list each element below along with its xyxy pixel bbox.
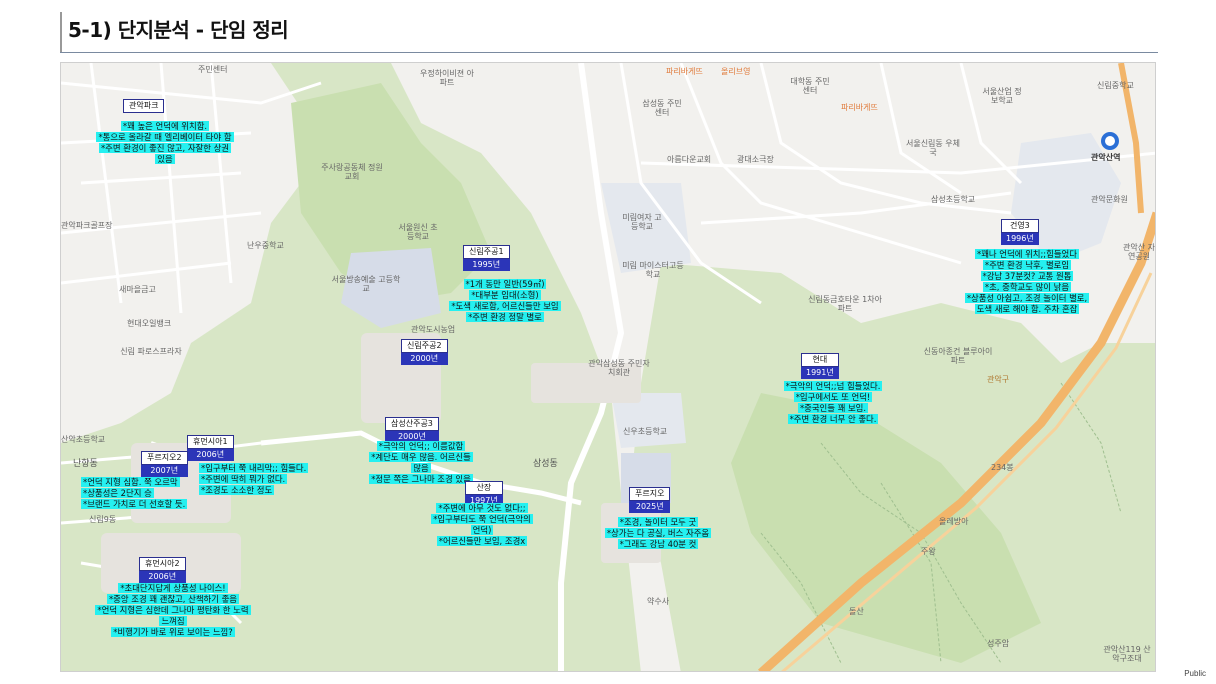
poi-label: 올레방아 bbox=[939, 517, 969, 526]
poi-label: 신림중학교 bbox=[1097, 81, 1134, 90]
poi-label: 관악산 자연공원 bbox=[1123, 243, 1155, 262]
poi-label: 서울신림동 우체국 bbox=[905, 139, 961, 158]
complex-name: 신림주공2 bbox=[401, 339, 448, 353]
poi-label: 서울방송예술 고등학교 bbox=[331, 275, 401, 294]
poi-label: 대학동 주민센터 bbox=[790, 77, 830, 96]
complex-marker-삼성산주공3[interactable]: 삼성산주공3 2000년 bbox=[385, 417, 439, 443]
complex-name: 푸르지오2 bbox=[141, 451, 188, 465]
complex-name: 관악파크 bbox=[123, 99, 165, 113]
complex-notes: *입구부터 쭉 내리막;; 힘들다. *주변에 딱히 뭐가 없다. *조경도 소소한… bbox=[199, 463, 309, 495]
complex-year: 1996년 bbox=[1001, 233, 1039, 245]
complex-marker-휴먼시아1[interactable]: 휴먼시아1 2006년 bbox=[187, 435, 234, 461]
complex-notes: *꽤 높은 언덕에 위치함. *통으로 올라갈 때 엘리베이터 타야 함 *주변 환… bbox=[96, 121, 234, 164]
complex-name: 삼성산주공3 bbox=[385, 417, 439, 431]
poi-label: 관악삼성동 주민자치회관 bbox=[588, 359, 650, 378]
title-underline bbox=[60, 52, 1158, 53]
complex-name: 현대 bbox=[801, 353, 839, 367]
poi-label: 신림동금호타운 1차아파트 bbox=[808, 295, 882, 314]
complex-name: 건영3 bbox=[1001, 219, 1039, 233]
poi-label: 주왕 bbox=[921, 547, 936, 556]
poi-label: 삼성초등학교 bbox=[931, 195, 976, 204]
poi-label: 관악산119 산악구조대 bbox=[1103, 645, 1151, 664]
complex-marker-신림주공2[interactable]: 신림주공2 2000년 bbox=[401, 339, 448, 365]
road-label: 관악구 bbox=[987, 375, 1010, 384]
poi-label: 산악초등학교 bbox=[61, 435, 106, 444]
poi-label: 난우중학교 bbox=[247, 241, 284, 250]
poi-label: 서울산업 정보학교 bbox=[982, 87, 1022, 106]
poi-label: 주사랑공동체 정원교회 bbox=[321, 163, 383, 182]
poi-label: 돌산 bbox=[849, 607, 864, 616]
complex-marker-관악파크[interactable]: 관악파크 bbox=[123, 99, 165, 113]
complex-notes: *언덕 지형 심함. 쭉 오르막 *상품성은 2단지 승 *브랜드 가치로 더 선호… bbox=[81, 477, 188, 509]
poi-label: 234봉 bbox=[991, 463, 1014, 472]
poi-label: 광대소극장 bbox=[737, 155, 774, 164]
poi-label: 관악파크골프장 bbox=[61, 221, 113, 230]
complex-marker-휴먼시아2[interactable]: 휴먼시아2 2006년 bbox=[139, 557, 186, 583]
poi-label: 아름다운교회 bbox=[667, 155, 712, 164]
complex-name: 휴먼시아1 bbox=[187, 435, 234, 449]
complex-year: 2000년 bbox=[401, 353, 448, 365]
complex-notes: *초대단지답게 상품성 나이스! *중앙 조경 꽤 괜찮고, 산책하기 좋음 *언덕… bbox=[95, 583, 251, 637]
poi-label: 관악문화원 bbox=[1091, 195, 1128, 204]
complex-notes: *극악의 언덕;;넘 힘들었다. *입구에서도 또 언덕! *중국인들 꽤 보임. *… bbox=[783, 381, 883, 424]
complex-notes: *극악의 언덕;; 이름값함 *계단도 매우 많음. 어르신들 많음 *정문 쪽은 그… bbox=[369, 441, 473, 484]
poi-label: 약수사 bbox=[647, 597, 670, 606]
poi-label: 주민센터 bbox=[198, 65, 228, 74]
poi-label: 파리바게뜨 bbox=[841, 103, 878, 112]
complex-name: 신림주공1 bbox=[463, 245, 510, 259]
complex-marker-푸르지오2[interactable]: 푸르지오2 2007년 bbox=[141, 451, 188, 477]
complex-marker-현대[interactable]: 현대 1991년 bbox=[801, 353, 839, 379]
complex-notes: *꽤나 언덕에 위치;;힘들었다 *주변 환경 낙후, 별로임 *강남 37분컷? … bbox=[964, 249, 1090, 314]
poi-label: 현대오일뱅크 bbox=[127, 319, 172, 328]
complex-marker-건영3[interactable]: 건영3 1996년 bbox=[1001, 219, 1039, 245]
complex-notes: *조경, 놀이터 모두 굿 *상가는 다 공실, 버스 자주옴 *그래도 강남 40… bbox=[604, 517, 712, 549]
complex-year: 1991년 bbox=[801, 367, 839, 379]
poi-label: 미림여자 고등학교 bbox=[622, 213, 662, 232]
poi-label: 신림 파로스프라자 bbox=[120, 347, 182, 356]
complex-notes: *주변에 아무 것도 없다;; *입구부터도 쭉 언덕(극악의 언덕) *어르신들만 … bbox=[431, 503, 533, 546]
poi-label: 올리브영 bbox=[721, 67, 751, 76]
complex-marker-신림주공1[interactable]: 신림주공1 1995년 bbox=[463, 245, 510, 271]
map-view[interactable]: 주민센터 우정하이비젼 아파트 파리바게뜨 올리브영 대학동 주민센터 파리바게… bbox=[60, 62, 1156, 672]
complex-name: 산장 bbox=[465, 481, 503, 495]
complex-marker-푸르지오[interactable]: 푸르지오 2025년 bbox=[629, 487, 671, 513]
complex-name: 푸르지오 bbox=[629, 487, 671, 501]
complex-year: 2025년 bbox=[629, 501, 671, 513]
complex-year: 2006년 bbox=[139, 571, 186, 583]
classification-label: Public bbox=[1184, 669, 1206, 678]
area-label: 삼성동 bbox=[533, 459, 558, 469]
slide-title: 5-1) 단지분석 - 단임 정리 bbox=[68, 18, 289, 42]
poi-label: 삼성동 주민센터 bbox=[642, 99, 682, 118]
complex-name: 휴먼시아2 bbox=[139, 557, 186, 571]
title-accent-bar bbox=[60, 12, 62, 52]
poi-label: 새마을금고 bbox=[119, 285, 156, 294]
poi-label: 성주암 bbox=[987, 639, 1010, 648]
poi-label: 신림9동 bbox=[89, 515, 117, 524]
complex-year: 2006년 bbox=[187, 449, 234, 461]
complex-year: 1995년 bbox=[463, 259, 510, 271]
poi-label: 관악도시농업 bbox=[411, 325, 456, 334]
poi-label: 신우초등학교 bbox=[623, 427, 668, 436]
complex-notes: *1개 동만 일반(59㎡) *대부분 임대(소형) *도색 새로함, 어르신들만 … bbox=[449, 279, 561, 322]
poi-label: 우정하이비젼 아파트 bbox=[419, 69, 475, 88]
poi-label: 미림 마이스터고등학교 bbox=[622, 261, 684, 280]
poi-label: 신동아종건 블루아이파트 bbox=[923, 347, 993, 366]
poi-label: 파리바게뜨 bbox=[666, 67, 703, 76]
poi-label: 서울원신 초등학교 bbox=[398, 223, 438, 242]
subway-station-label[interactable]: 관악산역 bbox=[1091, 153, 1120, 162]
complex-year: 2007년 bbox=[141, 465, 188, 477]
area-label: 난향동 bbox=[73, 459, 98, 469]
